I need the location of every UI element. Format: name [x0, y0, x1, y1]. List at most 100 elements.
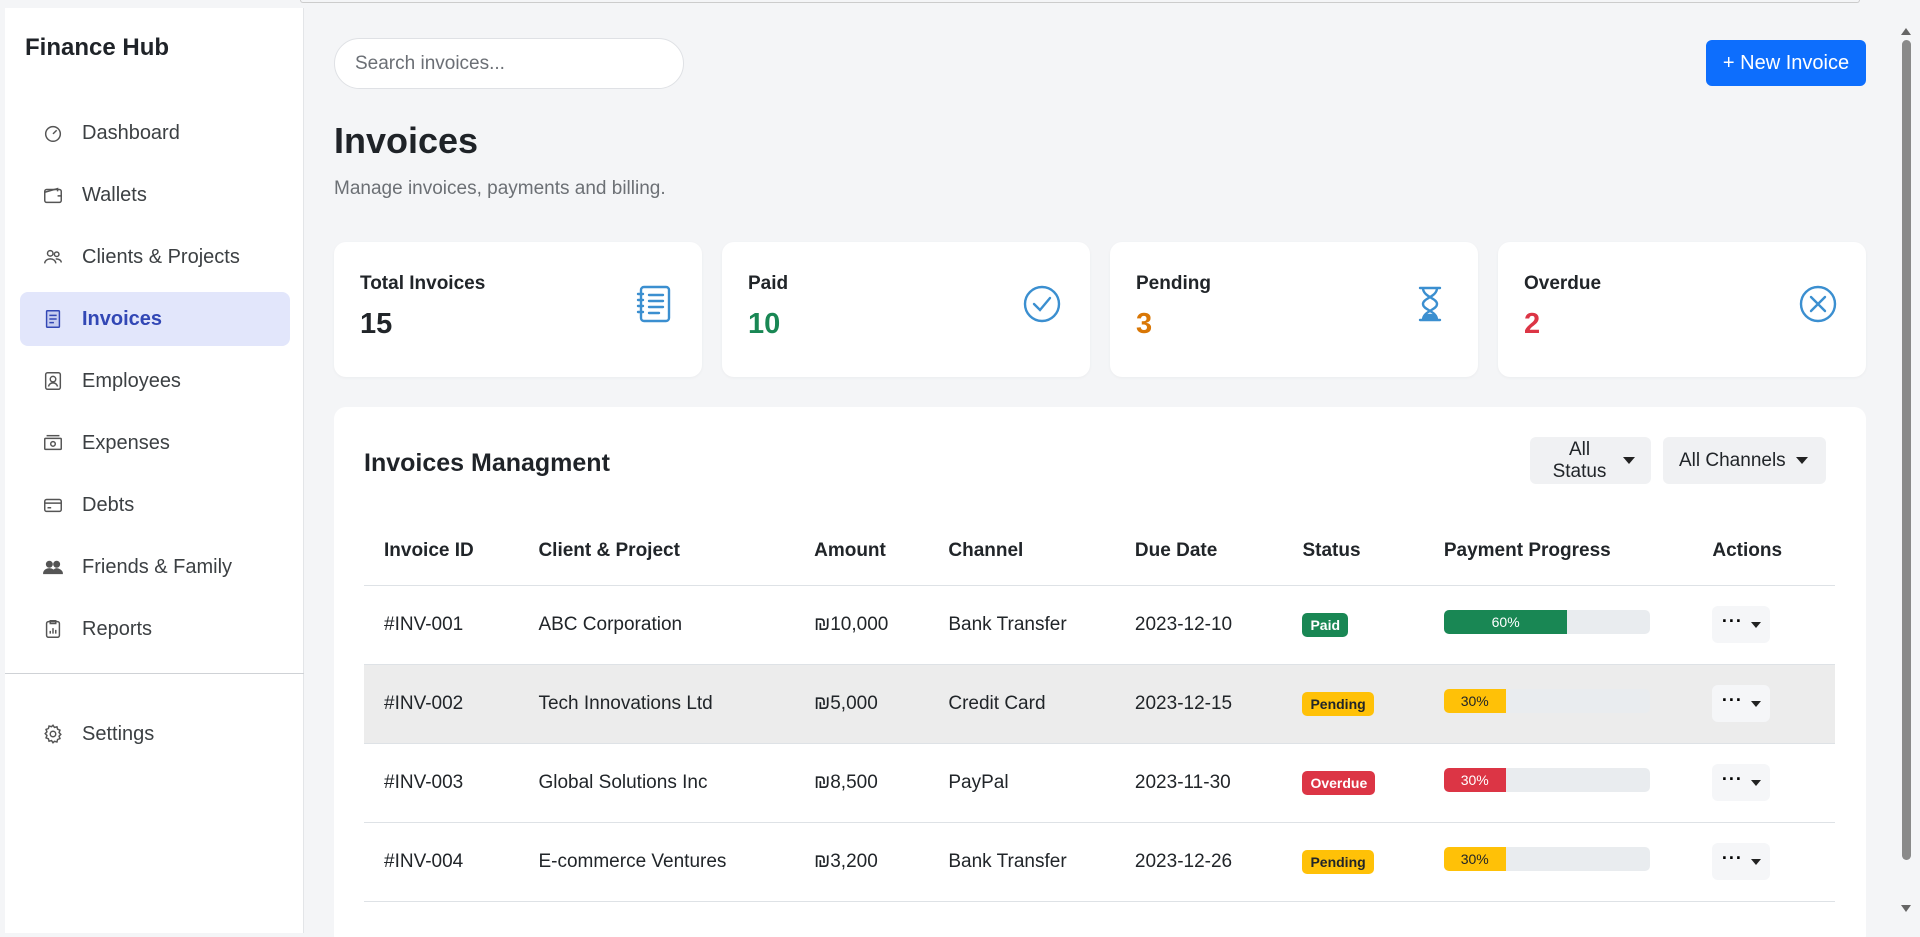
invoice-id: #INV-001: [364, 585, 519, 665]
new-invoice-button[interactable]: + New Invoice: [1706, 40, 1866, 86]
sidebar-item-label: Clients & Projects: [82, 245, 240, 268]
sidebar-item-settings[interactable]: Settings: [20, 707, 290, 761]
amount: ₪3,200: [794, 822, 929, 902]
people-icon: [43, 560, 63, 575]
status-badge: Pending: [1302, 691, 1374, 716]
sidebar-item-friends-family[interactable]: Friends & Family: [20, 540, 290, 594]
status-badge: Pending: [1302, 849, 1374, 874]
search-input[interactable]: [334, 38, 684, 89]
sidebar-item-debts[interactable]: Debts: [20, 478, 290, 532]
x-circle-icon: [1799, 285, 1837, 323]
more-icon: ···: [1721, 689, 1743, 710]
sidebar-item-wallets[interactable]: Wallets: [20, 168, 290, 222]
stat-card-overdue: Overdue 2: [1498, 242, 1866, 377]
client-project: E-commerce Ventures: [518, 822, 795, 902]
page-scrollbar[interactable]: [1900, 28, 1912, 912]
due-date: 2023-12-26: [1114, 822, 1283, 902]
scroll-thumb[interactable]: [1902, 40, 1911, 860]
actions-cell: ···: [1692, 743, 1835, 823]
client-project: Global Solutions Inc: [518, 743, 795, 823]
payment-progress-bar: 30%: [1443, 767, 1650, 792]
row-actions-button[interactable]: ···: [1712, 606, 1771, 643]
sidebar-item-label: Debts: [82, 493, 135, 516]
more-icon: ···: [1721, 768, 1743, 789]
scroll-down-icon[interactable]: [1901, 905, 1911, 912]
scroll-up-icon[interactable]: [1901, 28, 1911, 35]
actions-cell: ···: [1692, 822, 1835, 902]
invoice-id: #INV-004: [364, 822, 519, 902]
clipboard-chart-icon: [45, 620, 61, 638]
table-row[interactable]: #INV-003 Global Solutions Inc ₪8,500 PayPal…: [364, 743, 1835, 823]
table-row[interactable]: #INV-002 Tech Innovations Ltd ₪5,000 Credit…: [364, 664, 1835, 744]
column-header-actions: Actions: [1692, 517, 1835, 586]
due-date: 2023-12-10: [1114, 585, 1283, 665]
row-actions-button[interactable]: ···: [1712, 843, 1771, 880]
sidebar-item-dashboard[interactable]: Dashboard: [20, 106, 290, 160]
stat-card-paid: Paid 10: [722, 242, 1090, 377]
table-body: #INV-001 ABC Corporation ₪10,000 Bank Trans…: [364, 585, 1835, 902]
channel: Bank Transfer: [928, 822, 1115, 902]
due-date: 2023-12-15: [1114, 664, 1283, 744]
sidebar-item-reports[interactable]: Reports: [20, 602, 290, 656]
status-filter-dropdown[interactable]: All Status: [1530, 437, 1651, 484]
progress-fill: 30%: [1443, 846, 1506, 871]
stat-label: Total Invoices: [360, 273, 486, 294]
main-content: + New Invoice Invoices Manage invoices, …: [304, 8, 1900, 937]
status-badge: Paid: [1302, 612, 1349, 637]
row-actions-button[interactable]: ···: [1712, 764, 1771, 801]
sidebar-item-employees[interactable]: Employees: [20, 354, 290, 408]
stat-value: 10: [748, 308, 781, 340]
stat-label: Overdue: [1524, 273, 1602, 294]
client-project: Tech Innovations Ltd: [518, 664, 795, 744]
column-header-client-project: Client & Project: [518, 517, 795, 586]
panel-title: Invoices Managment: [364, 449, 610, 477]
progress-cell: 60%: [1423, 585, 1693, 665]
employee-badge-icon: [44, 372, 62, 390]
channel-filter-dropdown[interactable]: All Channels: [1663, 437, 1826, 484]
status-filter-label: All Status: [1552, 438, 1607, 482]
actions-cell: ···: [1692, 585, 1835, 665]
page-subtitle: Manage invoices, payments and billing.: [334, 178, 666, 199]
table-row[interactable]: #INV-004 E-commerce Ventures ₪3,200 Bank Tr…: [364, 822, 1835, 902]
column-header-amount: Amount: [794, 517, 929, 586]
sidebar-item-label: Invoices: [82, 307, 163, 330]
sidebar-divider: [5, 673, 304, 674]
payment-progress-bar: 30%: [1443, 688, 1650, 713]
caret-down-icon: [1750, 621, 1761, 628]
client-project: ABC Corporation: [518, 585, 795, 665]
channel-filter-label: All Channels: [1679, 449, 1786, 471]
table-header-row: Invoice ID Client & Project Amount Channel D…: [364, 517, 1835, 586]
check-circle-icon: [1023, 285, 1061, 323]
amount: ₪5,000: [794, 664, 929, 744]
sidebar-item-label: Employees: [82, 369, 181, 392]
page-title: Invoices: [334, 120, 479, 161]
stat-value: 3: [1136, 308, 1153, 340]
row-actions-button[interactable]: ···: [1712, 685, 1771, 722]
stat-card-pending: Pending 3: [1110, 242, 1478, 377]
status-cell: Overdue: [1282, 743, 1424, 823]
column-header-due-date: Due Date: [1114, 517, 1283, 586]
invoices-table: Invoice ID Client & Project Amount Channel D…: [364, 517, 1835, 902]
stat-value: 15: [360, 308, 393, 340]
invoice-id: #INV-003: [364, 743, 519, 823]
payment-progress-bar: 30%: [1443, 846, 1650, 871]
column-header-payment-progress: Payment Progress: [1423, 517, 1693, 586]
sidebar-item-expenses[interactable]: Expenses: [20, 416, 290, 470]
invoices-panel: Invoices Managment All Status All Channe…: [334, 407, 1866, 937]
caret-down-icon: [1750, 779, 1761, 786]
sidebar-item-label: Expenses: [82, 431, 170, 454]
sidebar-item-invoices[interactable]: Invoices: [20, 292, 290, 346]
status-badge: Overdue: [1302, 770, 1376, 795]
stats-row: Total Invoices 15 Paid 10 Pending 3 Overdue 2: [334, 242, 1866, 377]
gear-icon: [44, 724, 62, 744]
stat-value: 2: [1524, 308, 1541, 340]
channel: PayPal: [928, 743, 1115, 823]
channel: Bank Transfer: [928, 585, 1115, 665]
sidebar-item-clients-projects[interactable]: Clients & Projects: [20, 230, 290, 284]
table-row[interactable]: #INV-001 ABC Corporation ₪10,000 Bank Trans…: [364, 585, 1835, 665]
more-icon: ···: [1721, 847, 1743, 868]
actions-cell: ···: [1692, 664, 1835, 744]
sidebar-item-label: Wallets: [82, 183, 147, 206]
hourglass-icon: [1418, 286, 1442, 322]
list-document-icon: [636, 285, 671, 323]
